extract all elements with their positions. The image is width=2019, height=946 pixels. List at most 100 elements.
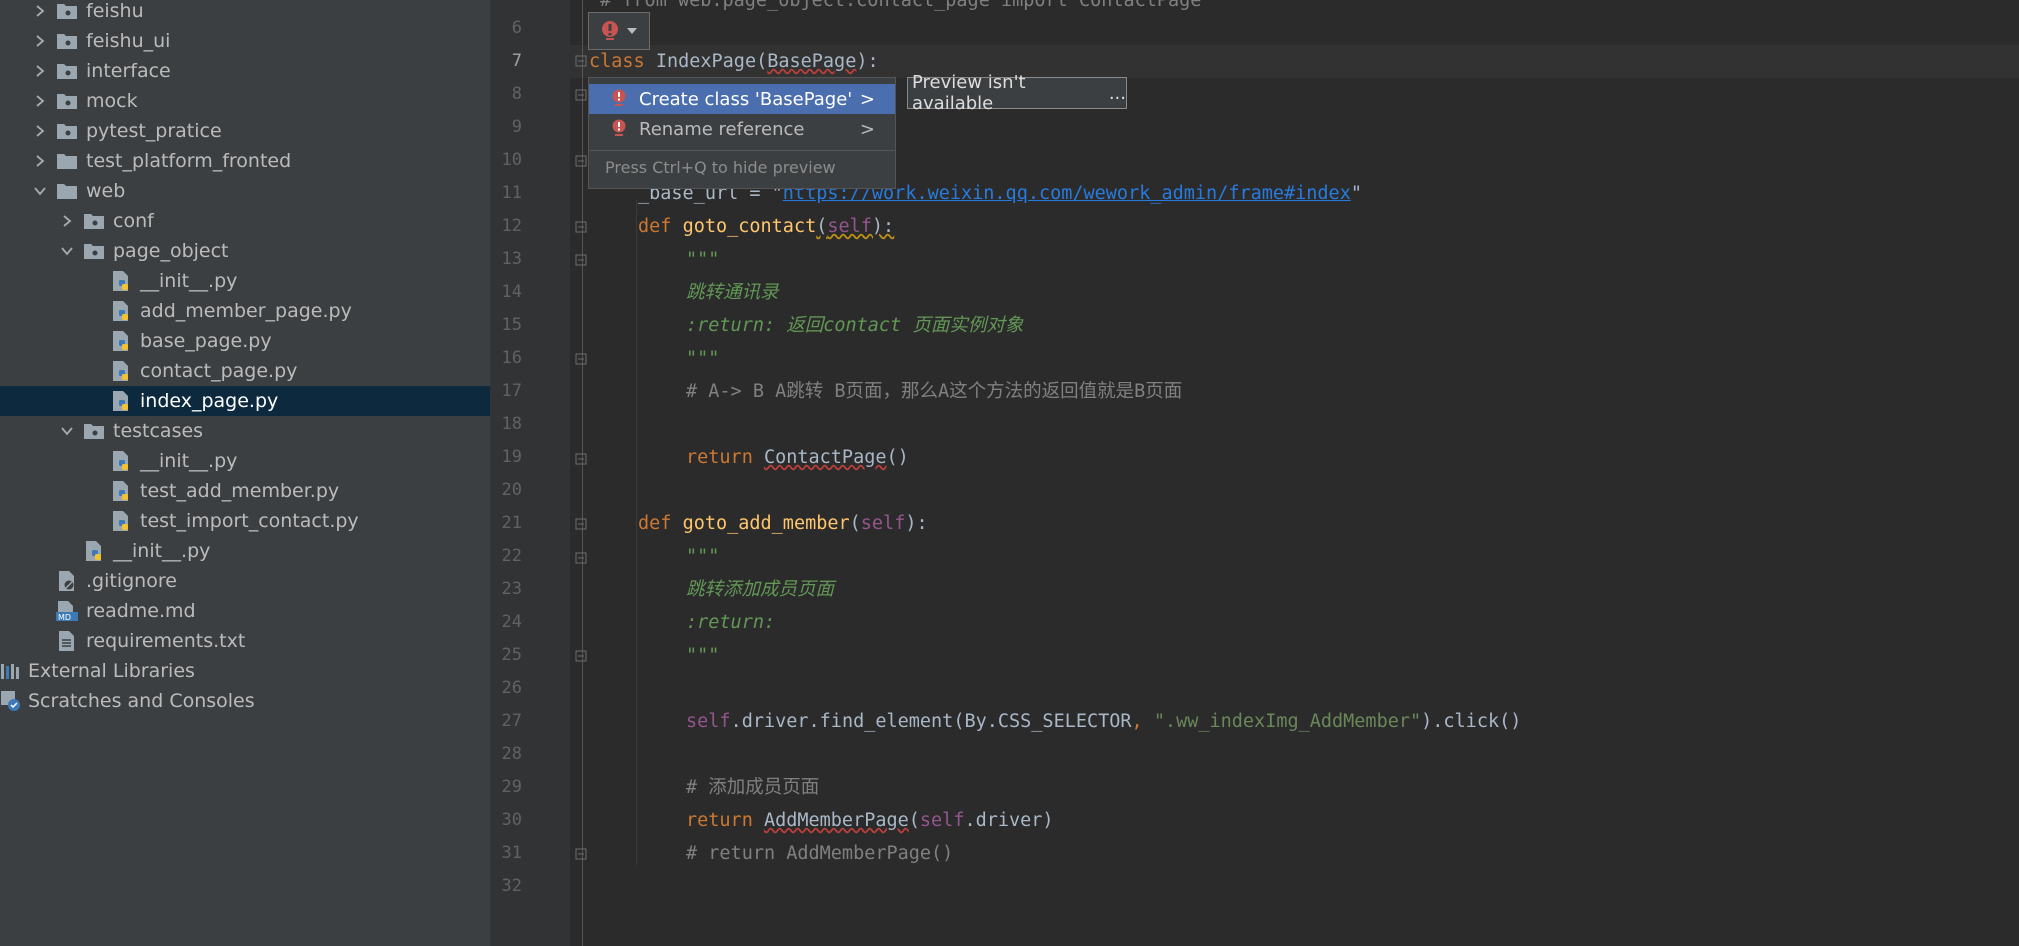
tree-item-contact-page-py[interactable]: contact_page.py — [0, 356, 490, 386]
fold-marker-icon[interactable] — [575, 353, 587, 365]
keyword-def: def — [638, 216, 672, 237]
tree-item-page-object[interactable]: page_object — [0, 236, 490, 266]
fold-marker-icon[interactable] — [575, 55, 587, 67]
python-file-icon — [110, 510, 132, 532]
code-line-16: """ — [686, 348, 720, 369]
tree-item-feishu[interactable]: feishu — [0, 0, 490, 26]
tree-item-init-py[interactable]: __init__.py — [0, 536, 490, 566]
line-number: 15 — [501, 315, 522, 335]
function-name: goto_contact — [682, 216, 817, 237]
paren: ( — [756, 51, 768, 72]
tree-item-label: Scratches and Consoles — [28, 690, 255, 712]
code-line-5: # from web.page_object.contact_page impo… — [600, 0, 1202, 11]
chevron-right-icon[interactable] — [30, 146, 50, 176]
tree-item-interface[interactable]: interface — [0, 56, 490, 86]
tree-item-requirements-txt[interactable]: requirements.txt — [0, 626, 490, 656]
tree-item-readme-md[interactable]: MD readme.md — [0, 596, 490, 626]
keyword-class: class — [589, 51, 645, 72]
chevron-down-icon[interactable] — [57, 236, 77, 266]
fold-marker-icon[interactable] — [575, 518, 587, 530]
paren-colon: ): — [856, 51, 879, 72]
tree-item-label: test_add_member.py — [140, 480, 340, 502]
preview-more[interactable]: ... — [1109, 83, 1126, 104]
intention-bulb-button[interactable] — [588, 12, 650, 50]
project-tool-window: feishu feishu_ui interface mock pytest_prati… — [0, 0, 490, 946]
tree-item-add-member-page-py[interactable]: add_member_page.py — [0, 296, 490, 326]
tree-item-conf[interactable]: conf — [0, 206, 490, 236]
folder-icon — [83, 240, 105, 262]
fold-marker-icon[interactable] — [575, 221, 587, 233]
line-number: 30 — [501, 810, 522, 830]
menu-item-create-class[interactable]: Create class 'BasePage' > — [589, 84, 895, 114]
code-line-22: """ — [686, 546, 720, 567]
python-file-icon — [110, 300, 132, 322]
tree-item-init-py[interactable]: __init__.py — [0, 266, 490, 296]
python-file-icon — [110, 360, 132, 382]
tree-item-external-libraries[interactable]: External Libraries — [0, 656, 490, 686]
folder-icon — [56, 90, 78, 112]
line-number: 25 — [501, 645, 522, 665]
keyword-return: return — [686, 447, 753, 468]
tree-item-base-page-py[interactable]: base_page.py — [0, 326, 490, 356]
python-file-icon — [110, 330, 132, 352]
chevron-right-icon[interactable] — [30, 86, 50, 116]
tree-item-web[interactable]: web — [0, 176, 490, 206]
unresolved-reference[interactable]: ContactPage — [764, 447, 887, 468]
folder-icon — [83, 210, 105, 232]
markdown-file-icon: MD — [56, 600, 78, 622]
fold-marker-icon[interactable] — [575, 453, 587, 465]
tree-item-index-page-py[interactable]: index_page.py — [0, 386, 490, 416]
menu-item-rename-reference[interactable]: Rename reference > — [589, 114, 895, 144]
tree-item-gitignore[interactable]: .gitignore — [0, 566, 490, 596]
tree-item-test-platform-fronted[interactable]: test_platform_fronted — [0, 146, 490, 176]
fold-marker-icon[interactable] — [575, 89, 587, 101]
line-number: 11 — [501, 183, 522, 203]
tree-item-scratches-and-consoles[interactable]: Scratches and Consoles — [0, 686, 490, 716]
chevron-right-icon[interactable] — [57, 206, 77, 236]
tree-item-label: test_import_contact.py — [140, 510, 359, 532]
self-ref: self — [919, 810, 965, 831]
fold-marker-icon[interactable] — [575, 155, 587, 167]
chevron-right-icon[interactable] — [30, 116, 50, 146]
chevron-right-icon[interactable] — [30, 0, 50, 26]
line-number: 31 — [501, 843, 522, 863]
fold-marker-icon[interactable] — [575, 650, 587, 662]
line-number: 20 — [501, 480, 522, 500]
tree-item-init-py[interactable]: __init__.py — [0, 446, 490, 476]
chevron-down-icon[interactable] — [30, 176, 50, 206]
paren: ( — [908, 810, 920, 831]
fold-marker-icon[interactable] — [575, 552, 587, 564]
chevron-right-icon[interactable] — [30, 26, 50, 56]
chevron-right-icon[interactable] — [30, 56, 50, 86]
keyword-return: return — [686, 810, 753, 831]
line-number: 22 — [501, 546, 522, 566]
code-line-29: # 添加成员页面 — [686, 777, 820, 798]
fold-marker-icon[interactable] — [575, 848, 587, 860]
tree-item-label: .gitignore — [86, 570, 177, 592]
chevron-down-icon[interactable] — [57, 416, 77, 446]
unresolved-reference[interactable]: AddMemberPage — [764, 810, 909, 831]
error-bulb-icon — [602, 21, 637, 40]
comma: , — [1131, 711, 1154, 732]
paren-colon: ): — [871, 216, 895, 237]
tree-item-label: testcases — [113, 420, 204, 442]
folder-icon — [56, 180, 78, 202]
tree-item-testcases[interactable]: testcases — [0, 416, 490, 446]
tree-item-pytest-pratice[interactable]: pytest_pratice — [0, 116, 490, 146]
folder-icon — [56, 60, 78, 82]
code-editor[interactable]: 6 7 8 9 10 11 12 13 14 15 16 17 18 19 20 21 22 23 24 25 26 27… — [490, 0, 2019, 946]
line-number: 26 — [501, 678, 522, 698]
click-call: ).click() — [1421, 711, 1522, 732]
self-param: self — [860, 513, 906, 534]
tree-item-test-import-contact-py[interactable]: test_import_contact.py — [0, 506, 490, 536]
tree-item-feishu-ui[interactable]: feishu_ui — [0, 26, 490, 56]
class-name: IndexPage — [655, 51, 757, 72]
line-number: 6 — [511, 18, 522, 38]
fold-marker-icon[interactable] — [575, 254, 587, 266]
unresolved-reference[interactable]: BasePage — [767, 51, 856, 72]
tree-item-label: readme.md — [86, 600, 196, 622]
tree-item-test-add-member-py[interactable]: test_add_member.py — [0, 476, 490, 506]
tree-item-mock[interactable]: mock — [0, 86, 490, 116]
line-number: 18 — [501, 414, 522, 434]
python-file-icon — [110, 390, 132, 412]
